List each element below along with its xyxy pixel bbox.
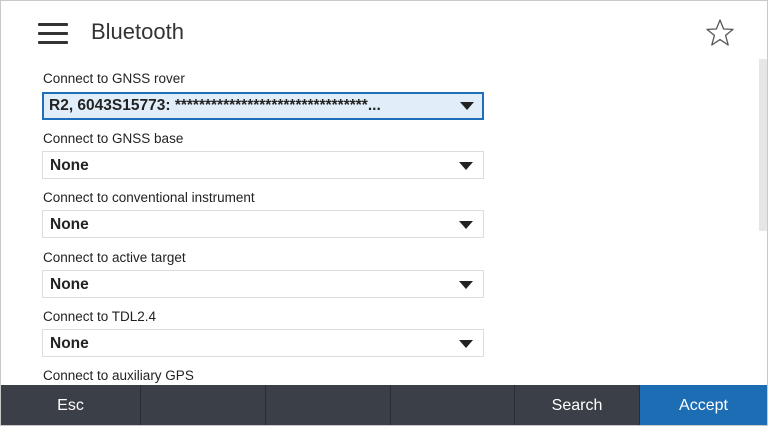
active-target-label: Connect to active target [43,250,186,265]
connection-settings-list: Connect to GNSS rover R2, 6043S15773: **… [1,63,767,383]
conventional-instrument-label: Connect to conventional instrument [43,190,255,205]
softkey-3-button[interactable] [266,385,391,425]
app-window: Bluetooth Connect to GNSS rover R2, 6043… [0,0,768,426]
gnss-base-label: Connect to GNSS base [43,131,184,146]
gnss-base-select[interactable]: None [42,151,484,179]
conventional-instrument-value: None [50,216,89,233]
title-bar: Bluetooth [1,1,767,63]
gnss-rover-value: R2, 6043S15773: ************************… [49,97,381,114]
search-button[interactable]: Search [515,385,640,425]
tdl24-label: Connect to TDL2.4 [43,309,157,324]
accept-button[interactable]: Accept [640,385,767,425]
auxiliary-gps-label: Connect to auxiliary GPS [43,368,194,383]
gnss-base-value: None [50,157,89,174]
softkey-2-button[interactable] [141,385,266,425]
softkey-bar: Esc Search Accept [1,385,767,425]
softkey-4-button[interactable] [391,385,515,425]
hamburger-menu-icon[interactable] [38,23,68,45]
tdl24-value: None [50,335,89,352]
tdl24-select[interactable]: None [42,329,484,357]
dropdown-arrow-icon [459,281,473,289]
active-target-value: None [50,276,89,293]
menu-line [38,41,68,44]
star-icon[interactable] [705,18,735,48]
active-target-select[interactable]: None [42,270,484,298]
esc-button[interactable]: Esc [1,385,141,425]
page-title: Bluetooth [91,19,184,44]
menu-line [38,23,68,26]
conventional-instrument-select[interactable]: None [42,210,484,238]
gnss-rover-select[interactable]: R2, 6043S15773: ************************… [42,92,484,120]
dropdown-arrow-icon [459,221,473,229]
gnss-rover-label: Connect to GNSS rover [43,71,185,86]
dropdown-arrow-icon [459,340,473,348]
dropdown-arrow-icon [459,162,473,170]
menu-line [38,32,68,35]
dropdown-arrow-icon [460,102,474,110]
